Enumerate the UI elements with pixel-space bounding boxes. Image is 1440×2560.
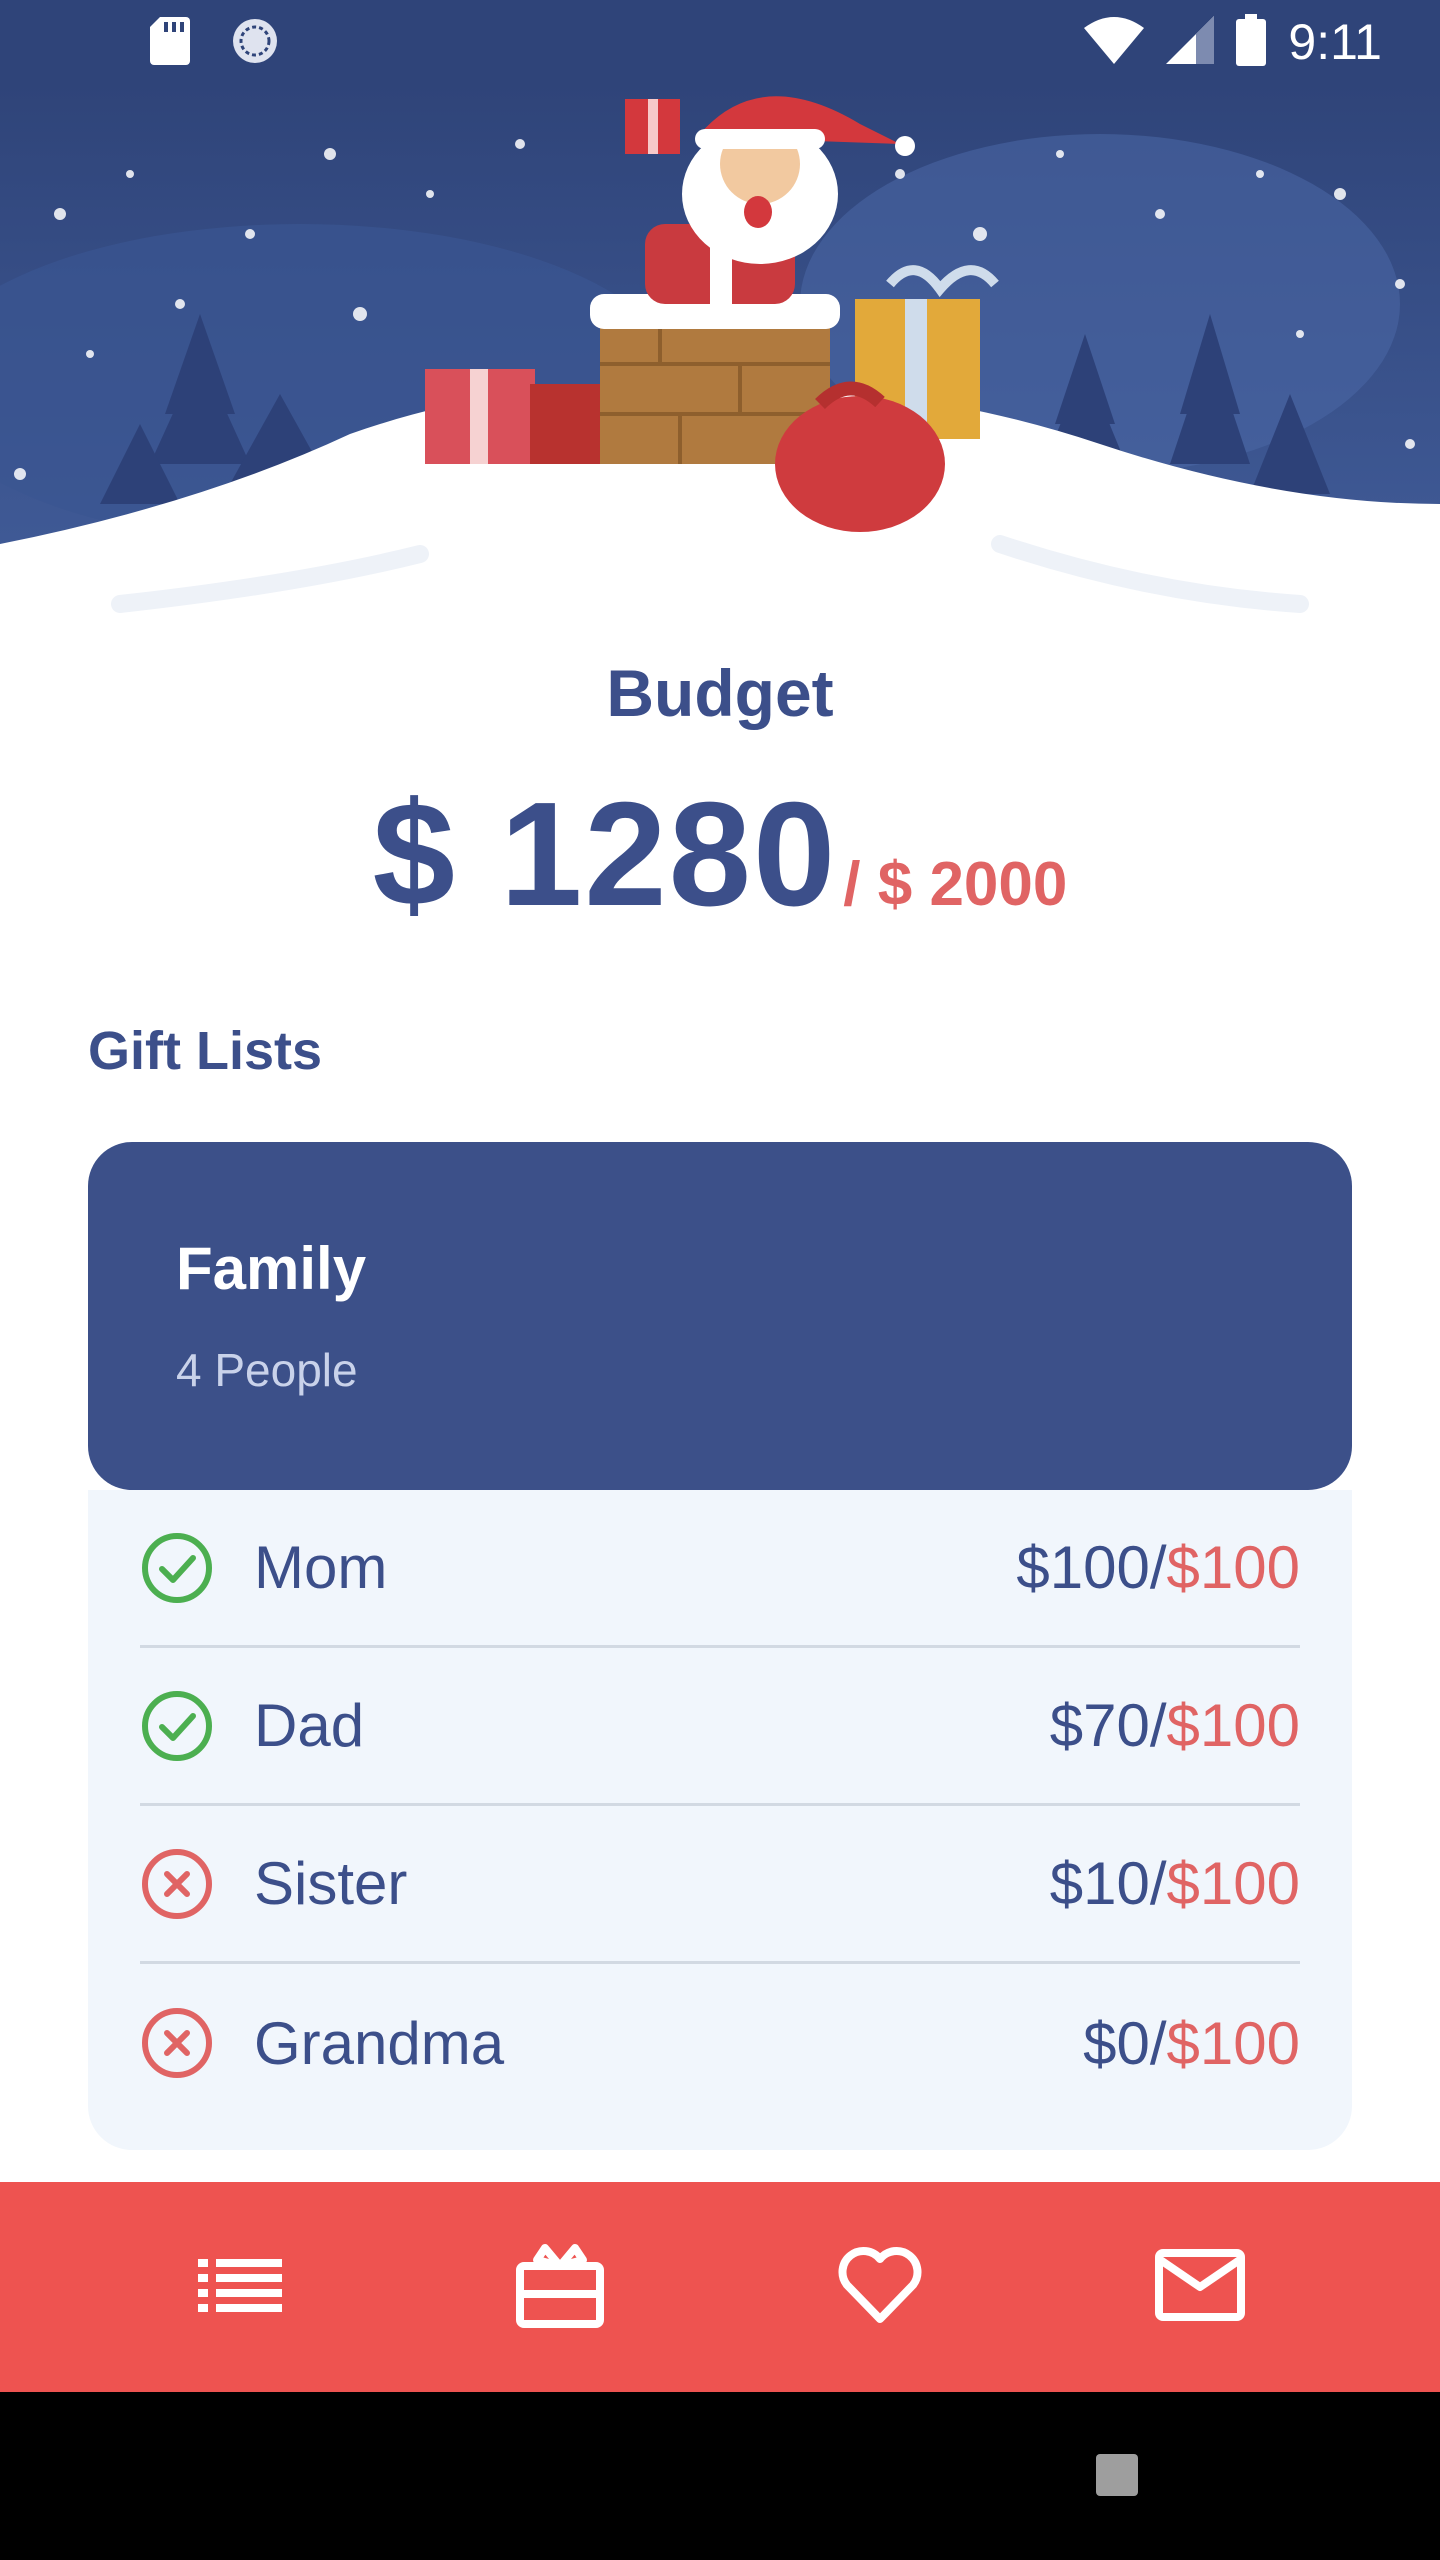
- nav-gift-button[interactable]: [500, 2227, 620, 2347]
- nav-favorites-button[interactable]: [820, 2227, 940, 2347]
- member-amount: $100/: [1016, 1534, 1167, 1601]
- member-limit: $100: [1166, 2009, 1300, 2077]
- card-title: Family: [176, 1235, 367, 1302]
- budget-spent: $ 1280: [372, 772, 838, 937]
- system-nav-bar: [0, 2392, 1440, 2560]
- member-name: Dad: [254, 1692, 365, 1759]
- overview-button[interactable]: [1096, 2454, 1138, 2496]
- member-limit: $100: [1166, 1692, 1300, 1759]
- list-item[interactable]: Grandma $0/$100: [140, 1964, 1300, 2122]
- gift-list-card-family[interactable]: Family 4 People: [88, 1142, 1352, 1490]
- battery-icon: [1236, 13, 1267, 71]
- member-limit: $100: [1166, 1850, 1300, 1917]
- budget-title: Budget: [606, 656, 834, 730]
- nav-list-button[interactable]: [180, 2227, 300, 2347]
- hero-illustration: [0, 84, 1440, 684]
- list-icon: [198, 2257, 282, 2318]
- sync-icon: [230, 16, 280, 71]
- member-name: Sister: [254, 1850, 408, 1917]
- signal-icon: [1166, 15, 1215, 69]
- list-item[interactable]: Sister $10/$100: [140, 1806, 1300, 1964]
- member-amount: $10/: [1049, 1850, 1167, 1917]
- sd-card-icon: [150, 17, 190, 70]
- nav-mail-button[interactable]: [1140, 2227, 1260, 2347]
- member-amount: $0/: [1083, 2009, 1167, 2077]
- member-limit: $100: [1166, 1534, 1300, 1601]
- wifi-icon: [1084, 16, 1145, 69]
- budget-summary: $ 1280 / $ 2000: [0, 770, 1440, 940]
- status-bar: 9:11: [0, 0, 1440, 84]
- bottom-nav: [0, 2182, 1440, 2392]
- mail-icon: [1155, 2248, 1245, 2326]
- member-name: Mom: [254, 1534, 388, 1601]
- x-circle-icon: [140, 2006, 214, 2080]
- clock: 9:11: [1288, 14, 1382, 70]
- list-item[interactable]: Mom $100/$100: [140, 1490, 1300, 1648]
- card-subtitle: 4 People: [176, 1344, 358, 1396]
- check-circle-icon: [140, 1531, 214, 1605]
- member-name: Grandma: [254, 2009, 505, 2077]
- heart-icon: [835, 2245, 925, 2330]
- gift-list-members: Mom $100/$100 Dad $70/$100 Sister $10/$1…: [88, 1490, 1352, 2150]
- x-circle-icon: [140, 1847, 214, 1921]
- check-circle-icon: [140, 1689, 214, 1763]
- gift-icon: [515, 2242, 605, 2333]
- gift-lists-title: Gift Lists: [88, 1021, 323, 1081]
- member-amount: $70/: [1049, 1692, 1167, 1759]
- budget-total: / $ 2000: [843, 850, 1068, 919]
- list-item[interactable]: Dad $70/$100: [140, 1648, 1300, 1806]
